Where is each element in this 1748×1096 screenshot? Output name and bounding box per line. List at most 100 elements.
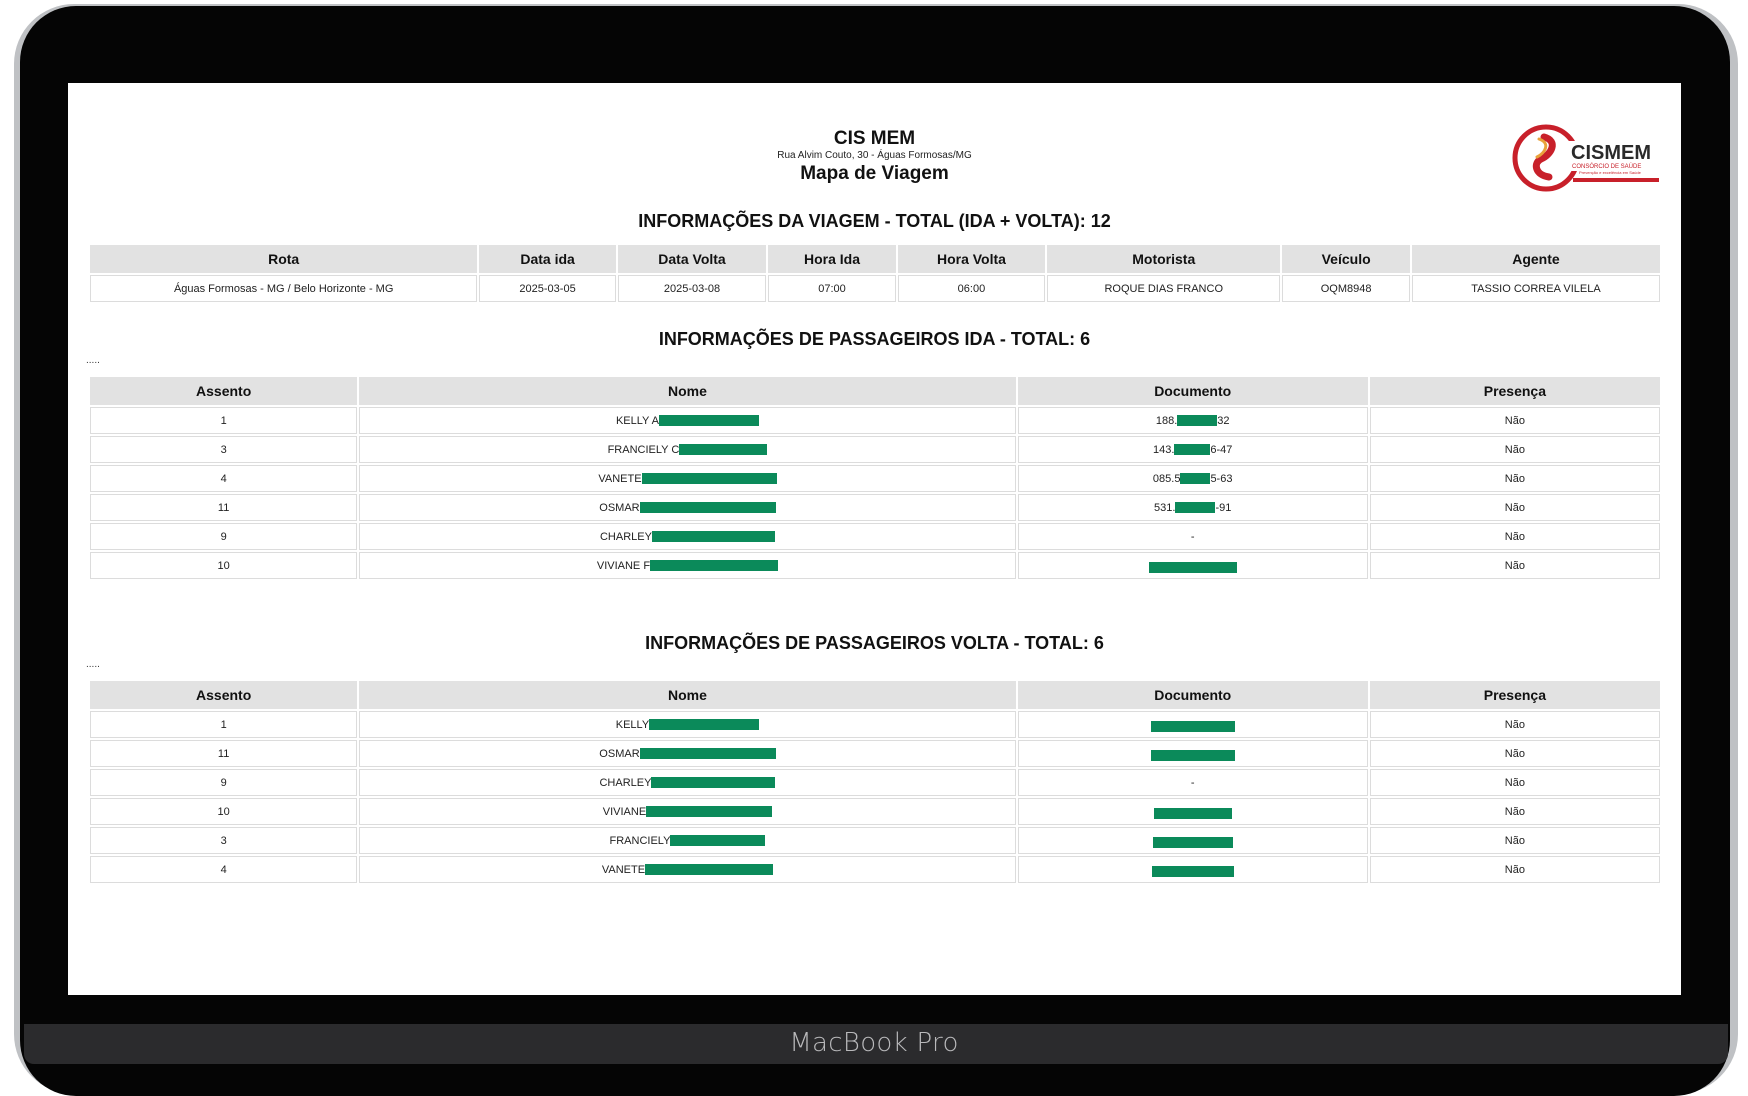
seat-cell: 11 (90, 740, 358, 767)
redaction-bar (1180, 473, 1211, 484)
table-row: 1 KELLY A 188. 32 Não (90, 407, 1660, 434)
screen: CIS MEM Rua Alvim Couto, 30 - Águas Form… (68, 83, 1681, 995)
name-wrap: VIVIANE F (596, 559, 779, 572)
document-prefix: - (1190, 530, 1195, 543)
presence-cell: Não (1369, 436, 1660, 463)
table-cell: Águas Formosas - MG / Belo Horizonte - M… (90, 275, 478, 302)
redaction-bar (649, 719, 760, 730)
name-wrap: KELLY A (616, 415, 759, 427)
name-cell: OSMAR (359, 494, 1016, 521)
redaction-bar (639, 502, 776, 513)
redaction-bar (1150, 749, 1235, 761)
document-cell (1017, 711, 1368, 738)
name-cell: KELLY A (359, 407, 1016, 434)
svg-text:Prevenção e excelência em Saúd: Prevenção e excelência em Saúde (1579, 170, 1642, 175)
column-header: Data ida (479, 245, 616, 273)
redaction-bar (1152, 836, 1233, 848)
table-cell: 07:00 (768, 275, 896, 302)
redaction-bar (641, 473, 777, 484)
table-cell: 2025-03-08 (617, 275, 767, 302)
redaction-bar (679, 444, 768, 455)
column-header: Presença (1369, 377, 1660, 405)
name-cell: FRANCIELY C (359, 436, 1016, 463)
presence-cell: Não (1369, 523, 1660, 550)
name-wrap: VANETE (601, 863, 774, 876)
passenger-name: KELLY A (615, 414, 659, 427)
redaction-bar (650, 560, 779, 571)
seat-cell: 1 (90, 711, 358, 738)
presence-cell: Não (1369, 827, 1660, 854)
passenger-name: CHARLEY (599, 776, 652, 789)
document-cell: 143. 6-47 (1017, 436, 1368, 463)
passenger-name: VIVIANE (602, 805, 647, 818)
passenger-name: VANETE (601, 863, 646, 876)
seat-cell: 4 (90, 465, 358, 492)
document-prefix: 188. (1155, 414, 1178, 427)
column-header: Assento (90, 681, 358, 709)
presence-cell: Não (1369, 711, 1660, 738)
doc-wrap: - (1191, 777, 1195, 789)
table-row: 10 VIVIANE Não (90, 798, 1660, 825)
passenger-name: OSMAR (599, 501, 640, 514)
document-suffix: 5-63 (1210, 472, 1233, 485)
document-cell (1017, 740, 1368, 767)
table-row: 9 CHARLEY - Não (90, 523, 1660, 550)
presence-cell: Não (1369, 769, 1660, 796)
table-cell: TASSIO CORREA VILELA (1411, 275, 1660, 302)
redaction-bar (639, 748, 776, 759)
table-cell: 06:00 (897, 275, 1046, 302)
redaction-bar (1175, 502, 1216, 513)
doc-wrap: 085.5 5-63 (1153, 473, 1233, 485)
name-wrap: VIVIANE (602, 805, 773, 818)
report-header: CIS MEM Rua Alvim Couto, 30 - Águas Form… (68, 128, 1681, 186)
redaction-bar (1153, 807, 1232, 819)
document-cell (1017, 827, 1368, 854)
ida-dots: ..... (86, 355, 100, 366)
document-prefix: 143. (1152, 443, 1175, 456)
svg-text:CONSÓRCIO DE SAÚDE: CONSÓRCIO DE SAÚDE (1572, 163, 1641, 170)
doc-wrap: 188. 32 (1156, 415, 1230, 427)
doc-wrap: - (1191, 531, 1195, 543)
doc-wrap: 143. 6-47 (1153, 444, 1232, 456)
document-cell (1017, 552, 1368, 579)
doc-wrap (1152, 836, 1233, 848)
redaction-bar (651, 777, 776, 788)
passenger-name: CHARLEY (599, 530, 652, 543)
redaction-bar (1150, 720, 1235, 732)
column-header: Rota (90, 245, 478, 273)
redaction-bar (1177, 415, 1218, 426)
passenger-name: VIVIANE F (596, 559, 651, 572)
name-cell: CHARLEY (359, 523, 1016, 550)
doc-wrap (1150, 749, 1235, 761)
seat-cell: 9 (90, 769, 358, 796)
presence-cell: Não (1369, 494, 1660, 521)
name-cell: FRANCIELY (359, 827, 1016, 854)
ida-section-title: INFORMAÇÕES DE PASSAGEIROS IDA - TOTAL: … (658, 329, 1091, 349)
column-header: Motorista (1047, 245, 1281, 273)
table-row: 9 CHARLEY - Não (90, 769, 1660, 796)
table-row: 1 KELLY Não (90, 711, 1660, 738)
document-cell (1017, 798, 1368, 825)
document-cell: - (1017, 769, 1368, 796)
name-wrap: CHARLEY (599, 776, 776, 789)
presence-cell: Não (1369, 856, 1660, 883)
doc-wrap (1148, 561, 1237, 573)
redaction-bar (1148, 561, 1237, 573)
name-cell: KELLY (359, 711, 1016, 738)
seat-cell: 11 (90, 494, 358, 521)
passenger-name: OSMAR (599, 747, 640, 760)
table-row: 3 FRANCIELY C 143. 6-47 Não (90, 436, 1660, 463)
column-header: Presença (1369, 681, 1660, 709)
seat-cell: 9 (90, 523, 358, 550)
redaction-bar (645, 864, 774, 875)
redaction-bar (651, 531, 775, 542)
presence-cell: Não (1369, 552, 1660, 579)
redaction-bar (1151, 865, 1234, 877)
document-cell: - (1017, 523, 1368, 550)
table-row: 11 OSMAR 531. -91 Não (90, 494, 1660, 521)
table-row: 10 VIVIANE F Não (90, 552, 1660, 579)
name-wrap: KELLY (616, 719, 760, 731)
volta-section-title: INFORMAÇÕES DE PASSAGEIROS VOLTA - TOTAL… (645, 633, 1104, 653)
seat-cell: 4 (90, 856, 358, 883)
name-cell: VANETE (359, 856, 1016, 883)
